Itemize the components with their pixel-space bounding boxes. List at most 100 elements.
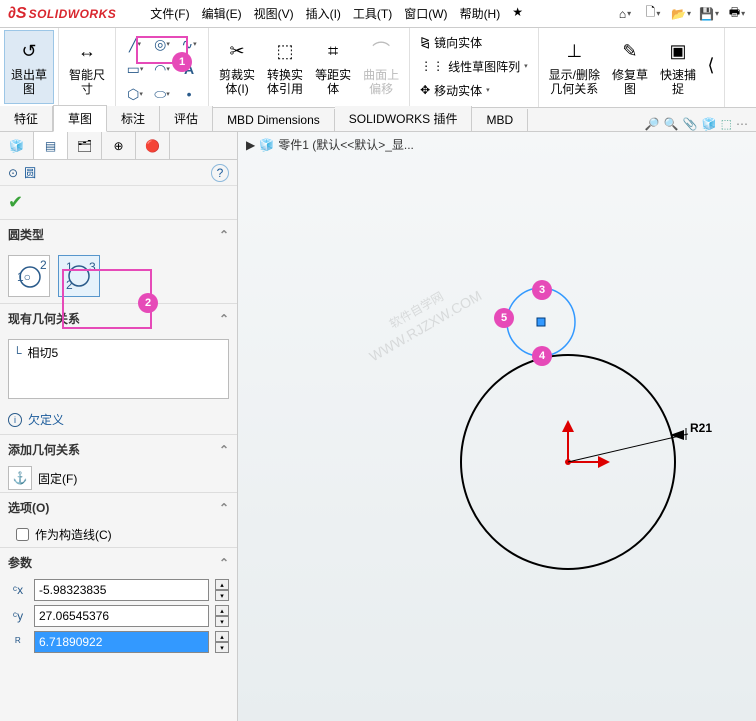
r-up[interactable]: ▴ bbox=[215, 631, 229, 642]
help-icon[interactable]: ? bbox=[211, 164, 229, 182]
view-tool-2[interactable]: 🔍 bbox=[664, 117, 679, 131]
arc-tool[interactable]: ◠▾ bbox=[149, 57, 175, 81]
menu-insert[interactable]: 插入(I) bbox=[300, 5, 347, 22]
tab-annot[interactable]: 标注 bbox=[107, 106, 160, 131]
rel-icon: ⊥ bbox=[560, 38, 588, 66]
definition-status: 欠定义 bbox=[28, 411, 64, 428]
view-tool-4[interactable]: 🧊 bbox=[702, 117, 717, 131]
trim-button[interactable]: ✂ 剪裁实 体(I) bbox=[213, 30, 261, 104]
view-tool-3[interactable]: 📎 bbox=[683, 117, 698, 131]
chevron-up-icon: ⌃ bbox=[219, 443, 229, 457]
cx-input[interactable] bbox=[34, 579, 209, 601]
view-tool-6[interactable]: ⋯ bbox=[736, 117, 748, 131]
fix-button[interactable]: ⚓ bbox=[8, 466, 32, 490]
rect-tool[interactable]: ▭▾ bbox=[122, 57, 148, 81]
r-input[interactable] bbox=[34, 631, 209, 653]
section-add-rel[interactable]: 添加几何关系⌃ bbox=[0, 435, 237, 464]
tab-sw-addin[interactable]: SOLIDWORKS 插件 bbox=[335, 106, 473, 131]
repair-icon: ✎ bbox=[616, 38, 644, 66]
cy-up[interactable]: ▴ bbox=[215, 605, 229, 616]
move-button[interactable]: ✥移动实体▾ bbox=[414, 78, 496, 102]
circle-type-center[interactable]: 1○2 bbox=[8, 255, 50, 297]
app-name: SOLIDWORKS bbox=[29, 7, 117, 21]
prop-title: 圆 bbox=[24, 164, 36, 181]
text-tool[interactable]: A bbox=[176, 57, 202, 81]
ptab-config[interactable]: 🗂 bbox=[68, 132, 102, 159]
tab-sketch[interactable]: 草图 bbox=[53, 105, 107, 132]
logo-icon: ∂S bbox=[8, 5, 27, 23]
ptab-property[interactable]: ▤ bbox=[34, 132, 68, 159]
home-icon[interactable]: ⌂▾ bbox=[614, 3, 636, 25]
svg-text:2: 2 bbox=[40, 259, 46, 272]
prop-header: ⊙ 圆 ? bbox=[0, 160, 237, 186]
canvas[interactable]: ▶ 🧊 零件1 (默认<<默认>_显... 软件自学网 WWW.RJZXW.CO… bbox=[238, 132, 756, 721]
tab-eval[interactable]: 评估 bbox=[160, 106, 213, 131]
menu-edit[interactable]: 编辑(E) bbox=[196, 5, 248, 22]
view-tool-5[interactable]: ⬚ bbox=[721, 117, 732, 131]
menu-help[interactable]: 帮助(H) bbox=[454, 5, 507, 22]
cx-up[interactable]: ▴ bbox=[215, 579, 229, 590]
command-tabs: 特征 草图 标注 评估 MBD Dimensions SOLIDWORKS 插件… bbox=[0, 108, 756, 132]
menu-window[interactable]: 窗口(W) bbox=[398, 5, 453, 22]
menu-file[interactable]: 文件(F) bbox=[144, 5, 195, 22]
print-icon[interactable]: 🖶▾ bbox=[726, 3, 748, 25]
cy-down[interactable]: ▾ bbox=[215, 616, 229, 627]
property-manager: 🧊 ▤ 🗂 ⊕ 🔴 ⊙ 圆 ? ✔ 圆类型⌃ 1○2 bbox=[0, 132, 238, 721]
titlebar: ∂S SOLIDWORKS 文件(F) 编辑(E) 视图(V) 插入(I) 工具… bbox=[0, 0, 756, 28]
tab-mbd-dim[interactable]: MBD Dimensions bbox=[213, 109, 335, 131]
chevron-up-icon: ⌃ bbox=[219, 501, 229, 515]
menu-tools[interactable]: 工具(T) bbox=[347, 5, 398, 22]
relation-item[interactable]: └ 相切5 bbox=[13, 344, 224, 361]
ribbon: ↺ 退出草 图 ↔ 智能尺 寸 ╱▾ ◎▾ ∿▾ ▭▾ ◠▾ A ⬡▾ ⬭▾ •… bbox=[0, 28, 756, 108]
new-icon[interactable]: 🗋▾ bbox=[642, 3, 664, 25]
relations-list[interactable]: └ 相切5 bbox=[8, 339, 229, 399]
save-icon[interactable]: 💾▾ bbox=[698, 3, 720, 25]
logo: ∂S SOLIDWORKS bbox=[0, 5, 124, 23]
snap-icon: ▣ bbox=[664, 38, 692, 66]
cy-input[interactable] bbox=[34, 605, 209, 627]
offset-button[interactable]: ⌗ 等距实 体 bbox=[309, 30, 357, 104]
tab-features[interactable]: 特征 bbox=[0, 106, 53, 131]
ptab-dimxpert[interactable]: ⊕ bbox=[102, 132, 136, 159]
polygon-tool[interactable]: ⬡▾ bbox=[122, 82, 148, 106]
ok-button[interactable]: ✔ bbox=[8, 192, 23, 212]
info-icon: i bbox=[8, 413, 22, 427]
menu-bar: 文件(F) 编辑(E) 视图(V) 插入(I) 工具(T) 窗口(W) 帮助(H… bbox=[144, 5, 529, 22]
more-button[interactable]: ⟨ bbox=[702, 30, 720, 104]
section-circle-type[interactable]: 圆类型⌃ bbox=[0, 220, 237, 249]
menu-search[interactable]: ★ bbox=[506, 5, 529, 22]
svg-text:2: 2 bbox=[66, 278, 73, 292]
ptab-appearance[interactable]: 🔴 bbox=[136, 132, 170, 159]
section-options[interactable]: 选项(O)⌃ bbox=[0, 493, 237, 522]
open-icon[interactable]: 📂▾ bbox=[670, 3, 692, 25]
line-tool[interactable]: ╱▾ bbox=[122, 32, 148, 56]
view-tool-1[interactable]: 🔎 bbox=[645, 117, 660, 131]
cx-down[interactable]: ▾ bbox=[215, 590, 229, 601]
show-del-rel-button[interactable]: ⊥ 显示/删除 几何关系 bbox=[543, 30, 606, 104]
linear-pattern-button[interactable]: ⋮⋮线性草图阵列▾ bbox=[414, 54, 534, 78]
mirror-button[interactable]: ⧎镜向实体 bbox=[414, 30, 488, 54]
exit-sketch-button[interactable]: ↺ 退出草 图 bbox=[4, 30, 54, 104]
radius-leader bbox=[568, 434, 688, 462]
ptab-feature[interactable]: 🧊 bbox=[0, 132, 34, 159]
exit-sketch-icon: ↺ bbox=[15, 38, 43, 66]
repair-button[interactable]: ✎ 修复草 图 bbox=[606, 30, 654, 104]
convert-button[interactable]: ⬚ 转换实 体引用 bbox=[261, 30, 309, 104]
section-params[interactable]: 参数⌃ bbox=[0, 548, 237, 577]
sketch-drawing: R21 bbox=[238, 132, 756, 721]
smart-dim-button[interactable]: ↔ 智能尺 寸 bbox=[63, 30, 111, 104]
point-tool[interactable]: • bbox=[176, 82, 202, 106]
menu-view[interactable]: 视图(V) bbox=[248, 5, 300, 22]
construction-checkbox[interactable] bbox=[16, 528, 29, 541]
circle-type-perimeter[interactable]: 132 bbox=[58, 255, 100, 297]
convert-icon: ⬚ bbox=[271, 38, 299, 66]
quick-snap-button[interactable]: ▣ 快速捕 捉 bbox=[654, 30, 702, 104]
radius-dim: R21 bbox=[690, 421, 712, 435]
slot-tool[interactable]: ⬭▾ bbox=[149, 82, 175, 106]
spline-tool[interactable]: ∿▾ bbox=[176, 32, 202, 56]
tab-mbd[interactable]: MBD bbox=[472, 109, 528, 131]
r-down[interactable]: ▾ bbox=[215, 642, 229, 653]
chevron-up-icon: ⌃ bbox=[219, 228, 229, 242]
section-existing-rel[interactable]: 现有几何关系⌃ bbox=[0, 304, 237, 333]
circle-tool[interactable]: ◎▾ bbox=[149, 32, 175, 56]
